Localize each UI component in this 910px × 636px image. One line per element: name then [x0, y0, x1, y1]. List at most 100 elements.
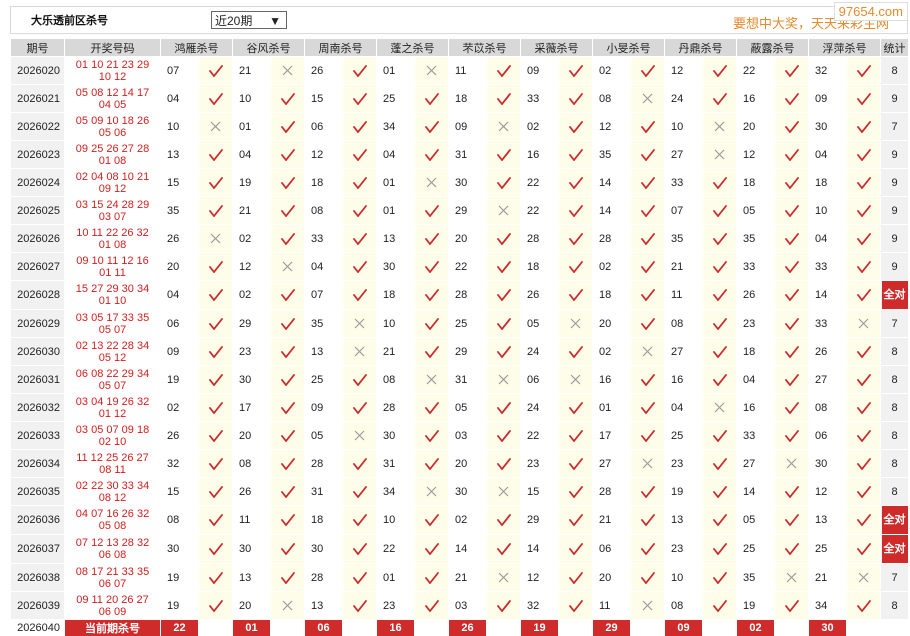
- kill-number-cell: 27: [664, 140, 703, 169]
- check-icon: [640, 260, 655, 273]
- result-mark-cell: [486, 477, 521, 506]
- result-mark-cell: [198, 505, 233, 535]
- kill-number-cell: 08: [664, 309, 703, 338]
- result-mark-cell: [630, 56, 665, 85]
- check-icon: [640, 401, 655, 414]
- result-mark-cell: [414, 196, 449, 225]
- result-mark-cell: [702, 365, 737, 394]
- draw-numbers-cell: 09 25 26 27 28 01 08: [64, 140, 161, 169]
- kill-number-cell: 05: [736, 196, 775, 225]
- column-header: 鸿雁杀号: [160, 38, 233, 57]
- check-icon: [784, 514, 799, 526]
- check-icon: [208, 373, 223, 386]
- top-bar: 大乐透前区杀号 近20期 ▼ 要想中大奖，天天来彩主网: [10, 6, 908, 34]
- kill-number-cell: 30: [376, 252, 415, 281]
- check-icon: [424, 232, 439, 245]
- check-icon: [424, 92, 439, 105]
- result-mark-cell: [414, 365, 449, 394]
- kill-number-cell: 13: [376, 224, 415, 253]
- result-mark-cell: [774, 449, 809, 478]
- kill-number-cell: 14: [448, 534, 487, 564]
- result-mark-cell: [270, 449, 305, 478]
- kill-number-cell: 33: [664, 168, 703, 197]
- result-mark-cell: [414, 337, 449, 366]
- result-mark-cell: [846, 393, 881, 422]
- kill-number-cell: 14: [808, 280, 847, 310]
- kill-number-cell: 30: [304, 534, 343, 564]
- kill-number-cell: 05: [520, 309, 559, 338]
- kill-number-cell: 30: [808, 112, 847, 141]
- result-mark-cell: [198, 140, 233, 169]
- result-mark-cell: [486, 196, 521, 225]
- kill-number-cell: 30: [160, 534, 199, 564]
- kill-number-cell: 13: [304, 337, 343, 366]
- kill-number-cell: 30: [232, 534, 271, 564]
- column-header: 采薇杀号: [520, 38, 593, 57]
- kill-number-cell: 30: [448, 168, 487, 197]
- check-icon: [280, 120, 295, 133]
- result-mark-cell: [414, 393, 449, 422]
- kill-number-cell: 24: [520, 393, 559, 422]
- result-mark-cell: [198, 196, 233, 225]
- cross-icon: [498, 121, 509, 132]
- result-mark-cell: [774, 84, 809, 113]
- result-mark-cell: [846, 84, 881, 113]
- kill-number-cell: 15: [304, 84, 343, 113]
- period-cell: 2026028: [10, 280, 65, 310]
- result-mark-cell: [270, 365, 305, 394]
- result-mark-cell: [630, 505, 665, 535]
- result-mark-cell: [774, 252, 809, 281]
- draw-numbers-cell: 06 08 22 29 34 05 07: [64, 365, 161, 394]
- check-icon: [280, 345, 295, 358]
- kill-number-cell: 29: [520, 505, 559, 535]
- result-mark-cell: [630, 252, 665, 281]
- draw-numbers-cell: 02 04 08 10 21 09 12: [64, 168, 161, 197]
- check-icon: [352, 543, 367, 555]
- draw-numbers-line: 09 10 11 12 16: [76, 254, 149, 267]
- check-icon: [208, 571, 223, 584]
- check-icon: [856, 401, 871, 414]
- result-mark-cell: [270, 56, 305, 85]
- table-row: 2026020 01 10 21 23 29 10 12 07 21 26 01 11 09 02…: [10, 56, 909, 85]
- kill-number-cell: 32: [160, 449, 199, 478]
- check-icon: [712, 429, 727, 442]
- check-icon: [784, 260, 799, 273]
- result-mark-cell: [198, 591, 233, 620]
- result-mark-cell: [414, 449, 449, 478]
- table-row: 2026032 03 04 19 26 32 01 12 02 17 09 28 05 24 01…: [10, 393, 909, 422]
- kill-number-cell: 02: [160, 393, 199, 422]
- kill-number-cell: 27: [592, 449, 631, 478]
- kill-number-cell: 19: [232, 168, 271, 197]
- kill-number-cell: 23: [736, 309, 775, 338]
- draw-numbers-cell: 03 15 24 28 29 03 07: [64, 196, 161, 225]
- check-icon: [568, 176, 583, 189]
- result-mark-cell: [630, 140, 665, 169]
- check-icon: [424, 457, 439, 470]
- result-mark-cell: [486, 84, 521, 113]
- check-icon: [784, 345, 799, 358]
- kill-number-cell: 26: [304, 56, 343, 85]
- kill-number-cell: 25: [736, 534, 775, 564]
- result-mark-cell: [774, 591, 809, 620]
- result-mark-cell: [702, 252, 737, 281]
- kill-number-cell: 03: [448, 591, 487, 620]
- draw-numbers-line: 08 17 21 33 35: [75, 565, 150, 578]
- kill-number-cell: 06: [304, 112, 343, 141]
- period-cell: 2026023: [10, 140, 65, 169]
- check-icon: [280, 204, 295, 217]
- check-icon: [640, 204, 655, 217]
- result-mark-cell: [486, 563, 521, 592]
- period-range-select[interactable]: 近20期 ▼: [211, 11, 287, 29]
- result-mark-cell: [342, 393, 377, 422]
- cross-icon: [570, 374, 581, 385]
- kill-number-cell: 10: [664, 563, 703, 592]
- check-icon: [568, 64, 583, 77]
- result-mark-cell: [558, 112, 593, 141]
- kill-number-cell: 18: [808, 168, 847, 197]
- all-correct-badge: 全对: [881, 281, 908, 309]
- result-mark-cell: [774, 56, 809, 85]
- kill-number-cell: 33: [736, 252, 775, 281]
- cross-icon: [498, 205, 509, 216]
- cross-icon: [498, 572, 509, 583]
- draw-numbers-cell: 03 05 07 09 18 02 10: [64, 421, 161, 450]
